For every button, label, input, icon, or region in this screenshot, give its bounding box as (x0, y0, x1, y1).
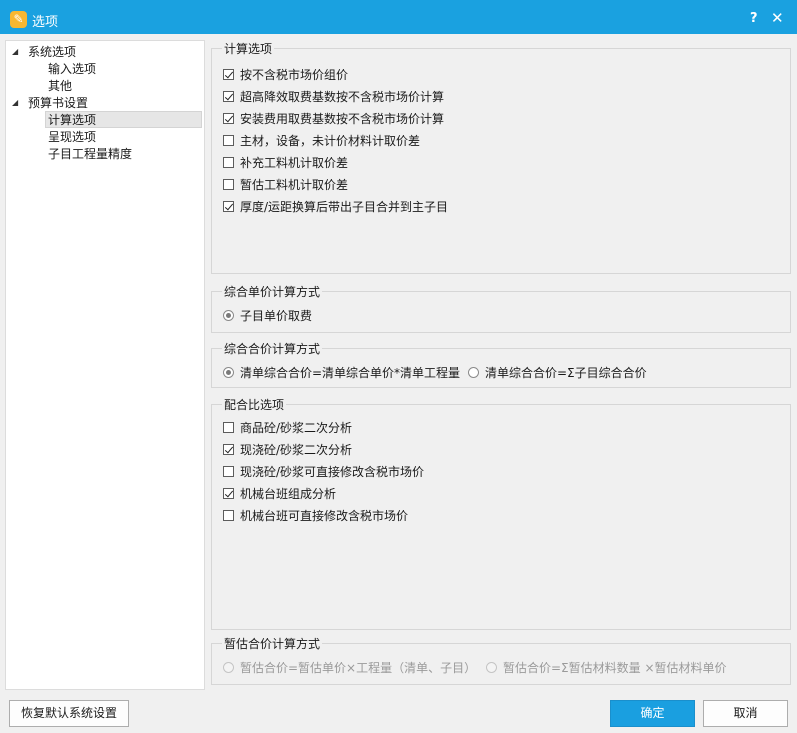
app-logo-icon: ✎ (10, 11, 27, 28)
checkbox-box[interactable] (223, 201, 234, 212)
checkbox-label: 安装费用取费基数按不含税市场价计算 (240, 112, 445, 126)
checkbox-box[interactable] (223, 69, 234, 80)
expand-arrow-icon[interactable]: ◢ (12, 44, 22, 60)
checkbox-box[interactable] (223, 466, 234, 477)
radio-circle[interactable] (223, 367, 234, 378)
radio-label: 清单综合合价=清单综合单价*清单工程量 (240, 366, 461, 380)
calc-options-group: 计算选项 按不含税市场价组价 超高降效取费基数按不含税市场价计算 安装费用取费基… (211, 41, 791, 274)
checkbox-label: 暂估工料机计取价差 (240, 178, 349, 192)
radio-label: 清单综合合价=Σ子目综合合价 (485, 366, 647, 380)
group-title: 计算选项 (222, 41, 275, 57)
estimate-method-group: 暂估合价计算方式 暂估合价=暂估单价×工程量（清单、子目） 暂估合价=Σ暂估材料… (211, 636, 791, 685)
checkbox-box[interactable] (223, 510, 234, 521)
tree-item-calc-options[interactable]: 计算选项 (45, 111, 202, 128)
checkbox-label: 机械台班组成分析 (240, 487, 337, 501)
tree-item-label: 呈现选项 (48, 130, 97, 144)
radio-circle (486, 662, 497, 673)
title-bar: ✎ 选项 ? ✕ (0, 0, 797, 34)
group-title: 配合比选项 (222, 397, 287, 413)
mix-options-group: 配合比选项 商品砼/砂浆二次分析 现浇砼/砂浆二次分析 现浇砼/砂浆可直接修改含… (211, 397, 791, 630)
group-title: 综合单价计算方式 (222, 284, 323, 300)
unit-price-method-group: 综合单价计算方式 子目单价取费 (211, 284, 791, 333)
tree-item-label: 其他 (48, 79, 73, 93)
radio-label: 暂估合价=暂估单价×工程量（清单、子目） (240, 661, 477, 675)
radio-circle (223, 662, 234, 673)
checkbox-box[interactable] (223, 488, 234, 499)
checkbox-box[interactable] (223, 179, 234, 190)
checkbox-label: 按不含税市场价组价 (240, 68, 349, 82)
checkbox-box[interactable] (223, 157, 234, 168)
restore-defaults-button[interactable]: 恢复默认系统设置 (9, 700, 129, 727)
group-title: 综合合价计算方式 (222, 341, 323, 357)
radio-label: 子目单价取费 (240, 309, 313, 323)
ok-button[interactable]: 确定 (610, 700, 695, 727)
tree-item-label: 预算书设置 (28, 96, 89, 110)
radio-circle[interactable] (223, 310, 234, 321)
tree-item-label: 系统选项 (28, 45, 77, 59)
checkbox-box[interactable] (223, 113, 234, 124)
checkbox-label: 超高降效取费基数按不含税市场价计算 (240, 90, 445, 104)
total-price-method-group: 综合合价计算方式 清单综合合价=清单综合单价*清单工程量 清单综合合价=Σ子目综… (211, 341, 791, 388)
checkbox-label: 补充工料机计取价差 (240, 156, 349, 170)
checkbox-label: 主材，设备，未计价材料计取价差 (240, 134, 421, 148)
window-title: 选项 (32, 15, 59, 30)
help-icon[interactable]: ? (750, 11, 758, 26)
checkbox-label: 机械台班可直接修改含税市场价 (240, 509, 409, 523)
options-tree: ◢ 系统选项 输入选项 其他 ◢ 预算书设置 计算选项 呈现选项 子目工程量精度 (5, 40, 205, 690)
group-title: 暂估合价计算方式 (222, 636, 323, 652)
checkbox-box[interactable] (223, 444, 234, 455)
cancel-button[interactable]: 取消 (703, 700, 788, 727)
close-icon[interactable]: ✕ (771, 9, 784, 27)
checkbox-label: 商品砼/砂浆二次分析 (240, 421, 353, 435)
tree-item-label: 输入选项 (48, 62, 97, 76)
checkbox-box[interactable] (223, 91, 234, 102)
expand-arrow-icon[interactable]: ◢ (12, 95, 22, 111)
checkbox-box[interactable] (223, 422, 234, 433)
tree-item-label: 计算选项 (45, 111, 202, 128)
tree-item-label: 子目工程量精度 (48, 147, 133, 161)
checkbox-label: 现浇砼/砂浆可直接修改含税市场价 (240, 465, 425, 479)
checkbox-label: 现浇砼/砂浆二次分析 (240, 443, 353, 457)
radio-circle[interactable] (468, 367, 479, 378)
radio-label: 暂估合价=Σ暂估材料数量 ×暂估材料单价 (503, 661, 727, 675)
checkbox-box[interactable] (223, 135, 234, 146)
checkbox-label: 厚度/运距换算后带出子目合并到主子目 (240, 200, 449, 214)
